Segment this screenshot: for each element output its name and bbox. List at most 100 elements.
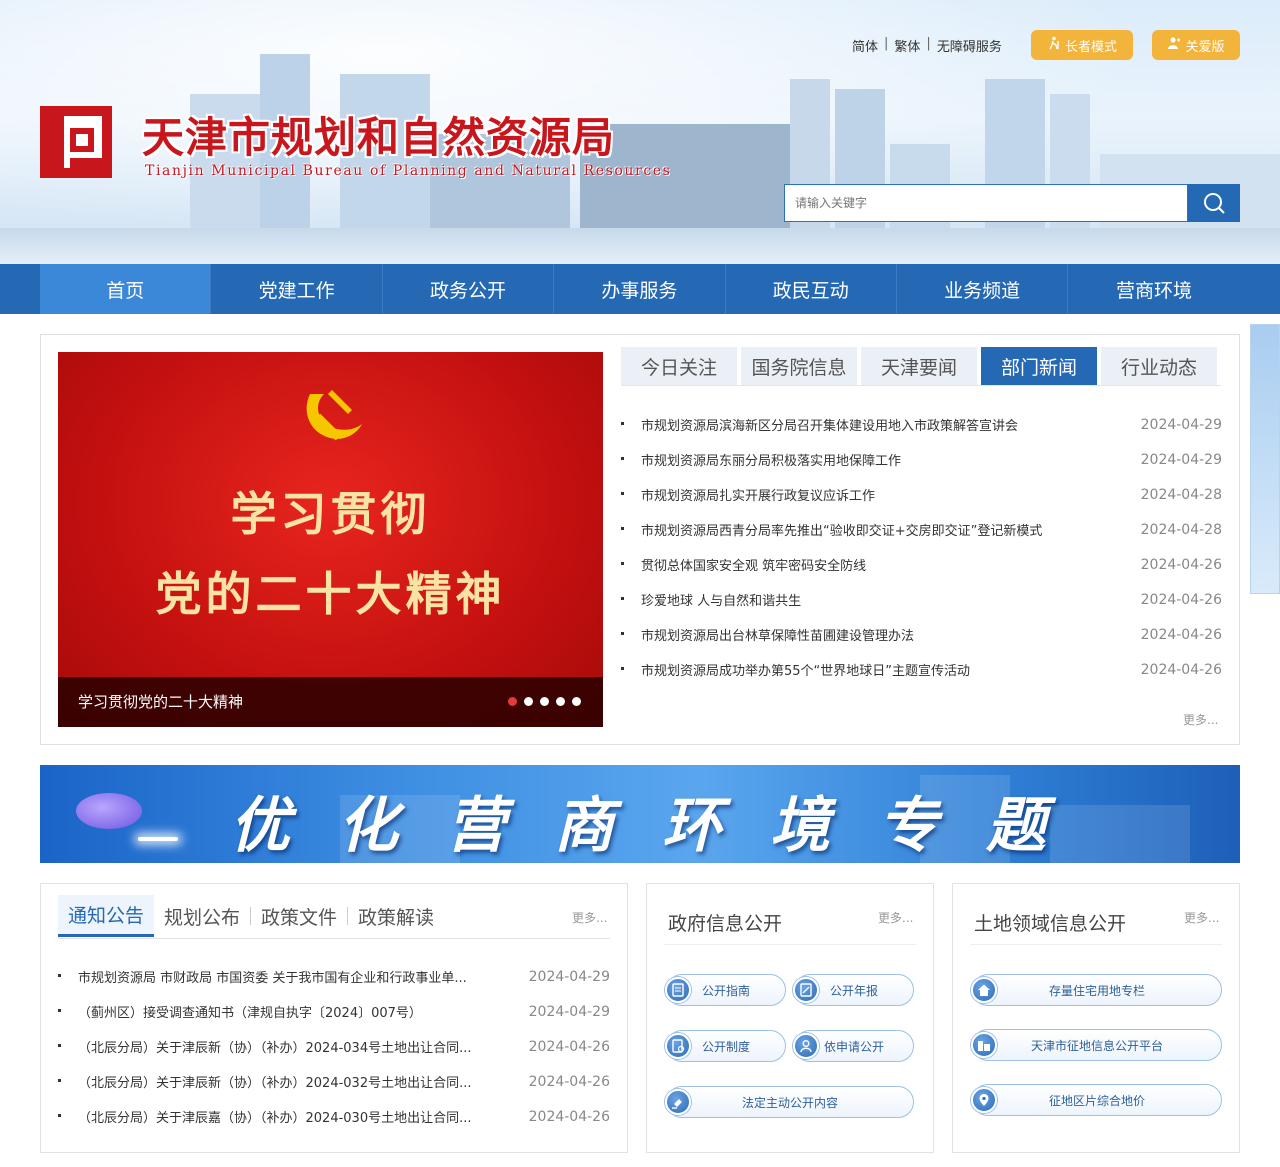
slider-dot[interactable] (572, 697, 581, 706)
tab-planning-announcements[interactable]: 规划公布 (154, 895, 250, 937)
accessibility-link[interactable]: 无障碍服务 (937, 36, 1002, 55)
tab-department-news[interactable]: 部门新闻 (981, 347, 1097, 385)
tab-policy-interpretation[interactable]: 政策解读 (348, 895, 444, 937)
land-link-expropriation-platform[interactable]: 天津市征地信息公开平台 (971, 1029, 1222, 1061)
news-date: 2024-04-29 (1140, 416, 1222, 433)
nav-item-business-environment[interactable]: 营商环境 (1068, 264, 1239, 314)
list-item[interactable]: （北辰分局）关于津辰嘉（协）（补办）2024-030号土地出让合同... 2024… (58, 1099, 610, 1134)
list-item[interactable]: 珍爱地球 人与自然和谐共生 2024-04-26 (621, 582, 1222, 617)
tab-tianjin-news[interactable]: 天津要闻 (861, 347, 977, 385)
land-link-label: 征地区片综合地价 (1048, 1093, 1145, 1108)
list-item[interactable]: 贯彻总体国家安全观 筑牢密码安全防线 2024-04-26 (621, 547, 1222, 582)
tab-today-focus[interactable]: 今日关注 (621, 347, 737, 385)
notice-date: 2024-04-29 (528, 968, 610, 985)
slider-dot[interactable] (508, 697, 517, 706)
banner-title: 优化营商环境专题 (230, 791, 1094, 861)
news-title[interactable]: 市规划资源局出台林草保障性苗圃建设管理办法 (621, 625, 914, 644)
news-title[interactable]: 市规划资源局东丽分局积极落实用地保障工作 (621, 450, 901, 469)
slider-dot[interactable] (524, 697, 533, 706)
list-item[interactable]: 市规划资源局西青分局率先推出“验收即交证+交房即交证”登记新模式 2024-04-… (621, 512, 1222, 547)
land-info-title: 土地领域信息公开 (974, 913, 1127, 935)
building-icon (971, 1032, 997, 1058)
slider-dot[interactable] (540, 697, 549, 706)
list-item[interactable]: （蓟州区）接受调查通知书（津规自执字〔2024〕007号） 2024-04-29 (58, 994, 610, 1029)
news-slider[interactable]: 学习贯彻 党的二十大精神 学习贯彻党的二十大精神 (58, 352, 603, 727)
notice-title[interactable]: （北辰分局）关于津辰新（协）（补办）2024-032号土地出让合同... (58, 1072, 472, 1091)
gov-info-more-link[interactable]: 更多... (878, 909, 913, 926)
list-item[interactable]: 市规划资源局滨海新区分局召开集体建设用地入市政策解答宣讲会 2024-04-29 (621, 407, 1222, 442)
search-button[interactable] (1188, 184, 1240, 222)
site-subtitle: Tianjin Municipal Bureau of Planning and… (145, 163, 672, 179)
nav-item-gov-affairs[interactable]: 政务公开 (383, 264, 555, 314)
slider-dot[interactable] (556, 697, 565, 706)
list-item[interactable]: 市规划资源局出台林草保障性苗圃建设管理办法 2024-04-26 (621, 617, 1222, 652)
nav-item-services[interactable]: 办事服务 (554, 264, 726, 314)
notice-title[interactable]: （北辰分局）关于津辰嘉（协）（补办）2024-030号土地出让合同... (58, 1107, 472, 1126)
news-title[interactable]: 市规划资源局扎实开展行政复议应诉工作 (621, 485, 875, 504)
business-environment-banner[interactable]: 优化营商环境专题 (40, 765, 1240, 863)
list-item[interactable]: 市规划资源局东丽分局积极落实用地保障工作 2024-04-29 (621, 442, 1222, 477)
land-link-housing[interactable]: 存量住宅用地专栏 (971, 974, 1222, 1006)
land-info-more-link[interactable]: 更多... (1184, 909, 1219, 926)
slide-caption-bar: 学习贯彻党的二十大精神 (58, 677, 603, 727)
nav-item-home[interactable]: 首页 (40, 264, 212, 314)
news-date: 2024-04-28 (1140, 486, 1222, 503)
care-version-button[interactable]: 关爱版 (1152, 30, 1240, 60)
news-date: 2024-04-28 (1140, 521, 1222, 538)
tabs-divider (621, 385, 1221, 386)
gov-link-statutory[interactable]: 法定主动公开内容 (665, 1086, 914, 1118)
gov-link-guide[interactable]: 公开指南 (665, 974, 786, 1006)
news-title[interactable]: 珍爱地球 人与自然和谐共生 (621, 590, 801, 609)
news-more-link[interactable]: 更多... (1183, 711, 1218, 728)
guide-icon (665, 977, 691, 1003)
gov-link-annual-report[interactable]: 公开年报 (793, 974, 914, 1006)
land-link-zone-price[interactable]: 征地区片综合地价 (971, 1084, 1222, 1116)
notice-date: 2024-04-29 (528, 1003, 610, 1020)
tab-industry-news[interactable]: 行业动态 (1101, 347, 1217, 385)
location-icon (971, 1087, 997, 1113)
elder-mode-button[interactable]: 长者模式 (1031, 30, 1133, 60)
header-river (0, 228, 1280, 264)
separator: | (926, 36, 931, 51)
list-item[interactable]: 市规划资源局 市财政局 市国资委 关于我市国有企业和行政事业单... 2024-0… (58, 959, 610, 994)
notice-title[interactable]: （蓟州区）接受调查通知书（津规自执字〔2024〕007号） (58, 1002, 422, 1021)
gov-link-label: 法定主动公开内容 (741, 1095, 838, 1110)
land-link-label: 天津市征地信息公开平台 (1030, 1038, 1163, 1053)
notice-title[interactable]: （北辰分局）关于津辰新（协）（补办）2024-034号土地出让合同... (58, 1037, 472, 1056)
list-item[interactable]: （北辰分局）关于津辰新（协）（补办）2024-032号土地出让合同... 2024… (58, 1064, 610, 1099)
separator: | (884, 36, 889, 51)
news-title[interactable]: 贯彻总体国家安全观 筑牢密码安全防线 (621, 555, 866, 574)
list-item[interactable]: （北辰分局）关于津辰新（协）（补办）2024-034号土地出让合同... 2024… (58, 1029, 610, 1064)
notices-divider (58, 938, 610, 939)
news-title[interactable]: 市规划资源局成功举办第55个“世界地球日”主题宣传活动 (621, 660, 970, 679)
tab-policy-documents[interactable]: 政策文件 (251, 895, 347, 937)
tab-notices[interactable]: 通知公告 (58, 895, 155, 937)
search-input[interactable] (784, 184, 1188, 222)
slide-caption[interactable]: 学习贯彻党的二十大精神 (78, 677, 243, 727)
nav-item-party-building[interactable]: 党建工作 (211, 264, 383, 314)
news-list: 市规划资源局滨海新区分局召开集体建设用地入市政策解答宣讲会 2024-04-29 … (621, 407, 1222, 687)
land-link-label: 存量住宅用地专栏 (1048, 983, 1145, 998)
news-title[interactable]: 市规划资源局滨海新区分局召开集体建设用地入市政策解答宣讲会 (621, 415, 1018, 434)
home-icon (971, 977, 997, 1003)
list-item[interactable]: 市规划资源局扎实开展行政复议应诉工作 2024-04-28 (621, 477, 1222, 512)
elder-mode-label: 长者模式 (1064, 39, 1117, 55)
slide-headline-line1: 学习贯彻 (230, 487, 431, 541)
nav-item-interaction[interactable]: 政民互动 (726, 264, 897, 314)
lang-simplified-link[interactable]: 简体 (852, 36, 878, 55)
nav-item-business-channel[interactable]: 业务频道 (897, 264, 1069, 314)
notice-title[interactable]: 市规划资源局 市财政局 市国资委 关于我市国有企业和行政事业单... (58, 967, 467, 986)
news-date: 2024-04-29 (1140, 451, 1222, 468)
list-item[interactable]: 市规划资源局成功举办第55个“世界地球日”主题宣传活动 2024-04-26 (621, 652, 1222, 687)
notices-more-link[interactable]: 更多... (572, 909, 607, 926)
top-links: 简体 | 繁体 | 无障碍服务 (852, 36, 1002, 55)
gov-link-rules[interactable]: 公开制度 (665, 1030, 786, 1062)
lang-traditional-link[interactable]: 繁体 (894, 36, 920, 55)
notices-tabs: 通知公告 规划公布 政策文件 政策解读 (58, 895, 444, 937)
banner-sparkle-icon (138, 837, 178, 841)
main-nav: 首页 党建工作 政务公开 办事服务 政民互动 业务频道 营商环境 (0, 264, 1280, 314)
side-floating-tab[interactable] (1250, 324, 1280, 594)
tab-state-council[interactable]: 国务院信息 (741, 347, 857, 385)
news-title[interactable]: 市规划资源局西青分局率先推出“验收即交证+交房即交证”登记新模式 (621, 520, 1042, 539)
gov-link-on-request[interactable]: 依申请公开 (793, 1030, 914, 1062)
